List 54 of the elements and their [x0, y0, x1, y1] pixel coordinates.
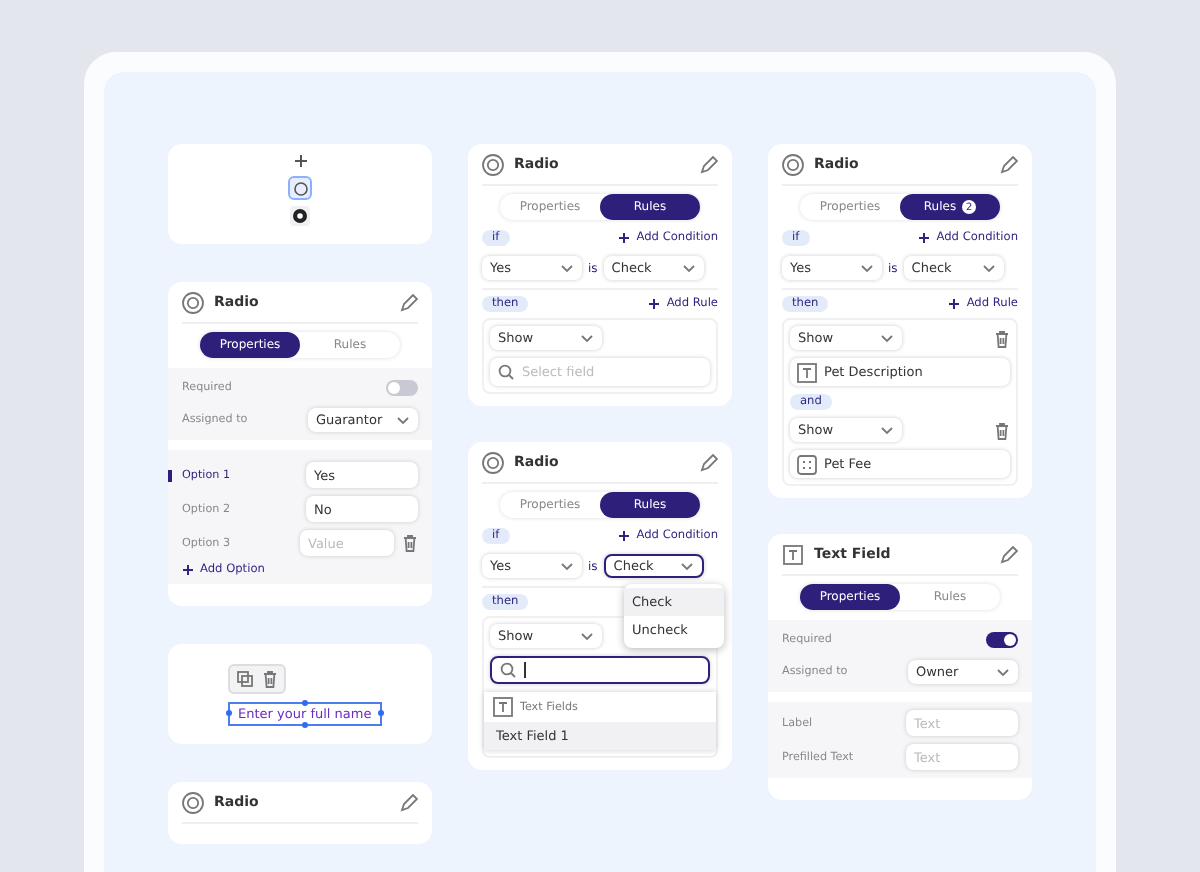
- chevron-down-icon: [880, 333, 894, 343]
- chevron-down-icon: [860, 263, 874, 273]
- edit-icon[interactable]: [1000, 545, 1018, 563]
- trash-icon[interactable]: [262, 670, 278, 688]
- resize-handle[interactable]: [301, 722, 308, 728]
- chevron-down-icon: [679, 561, 694, 571]
- circle-icon: [293, 181, 307, 195]
- chevron-down-icon: [880, 425, 894, 435]
- radio-icon: [482, 153, 504, 175]
- tool-button[interactable]: [290, 178, 310, 198]
- trash-icon[interactable]: [994, 329, 1010, 347]
- chevron-down-icon: [396, 415, 410, 425]
- tool-button[interactable]: [290, 206, 310, 226]
- plus-icon: [293, 153, 307, 167]
- copy-icon[interactable]: [236, 670, 254, 688]
- chevron-down-icon: [981, 263, 996, 273]
- radio-icon: [182, 791, 204, 813]
- radio-icon: [482, 451, 504, 473]
- search-icon: [500, 662, 516, 678]
- radio-icon: [182, 291, 204, 313]
- chevron-down-icon: [580, 631, 594, 641]
- chevron-down-icon: [996, 667, 1010, 677]
- chevron-down-icon: [580, 333, 594, 343]
- search-field[interactable]: [490, 656, 710, 684]
- toggle-switch[interactable]: [386, 380, 418, 396]
- plus-icon: [948, 298, 961, 310]
- plus-icon: [182, 564, 194, 576]
- edit-icon[interactable]: [400, 293, 418, 311]
- resize-handle[interactable]: [301, 700, 308, 706]
- plus-icon: [648, 298, 661, 310]
- edit-icon[interactable]: [700, 155, 718, 173]
- edit-icon[interactable]: [400, 793, 418, 811]
- radio-icon: [782, 153, 804, 175]
- plus-icon: [618, 232, 631, 244]
- text-field-icon: [492, 696, 514, 718]
- chevron-down-icon: [560, 263, 574, 273]
- calculator-icon: [796, 453, 818, 475]
- trash-icon[interactable]: [402, 534, 418, 552]
- edit-icon[interactable]: [700, 453, 718, 471]
- trash-icon[interactable]: [994, 421, 1010, 439]
- edit-icon[interactable]: [1000, 155, 1018, 173]
- text-field-icon: [782, 543, 804, 565]
- toggle-switch[interactable]: [986, 632, 1018, 648]
- tool-button[interactable]: [290, 150, 310, 170]
- text-field-icon: [796, 361, 818, 383]
- radio-icon: [292, 208, 308, 224]
- text-cursor: [524, 662, 526, 678]
- resize-handle[interactable]: [377, 710, 384, 716]
- search-icon: [498, 364, 514, 380]
- chevron-down-icon: [681, 263, 696, 273]
- plus-icon: [618, 530, 631, 542]
- chevron-down-icon: [560, 561, 574, 571]
- plus-icon: [918, 232, 931, 244]
- resize-handle[interactable]: [226, 710, 232, 716]
